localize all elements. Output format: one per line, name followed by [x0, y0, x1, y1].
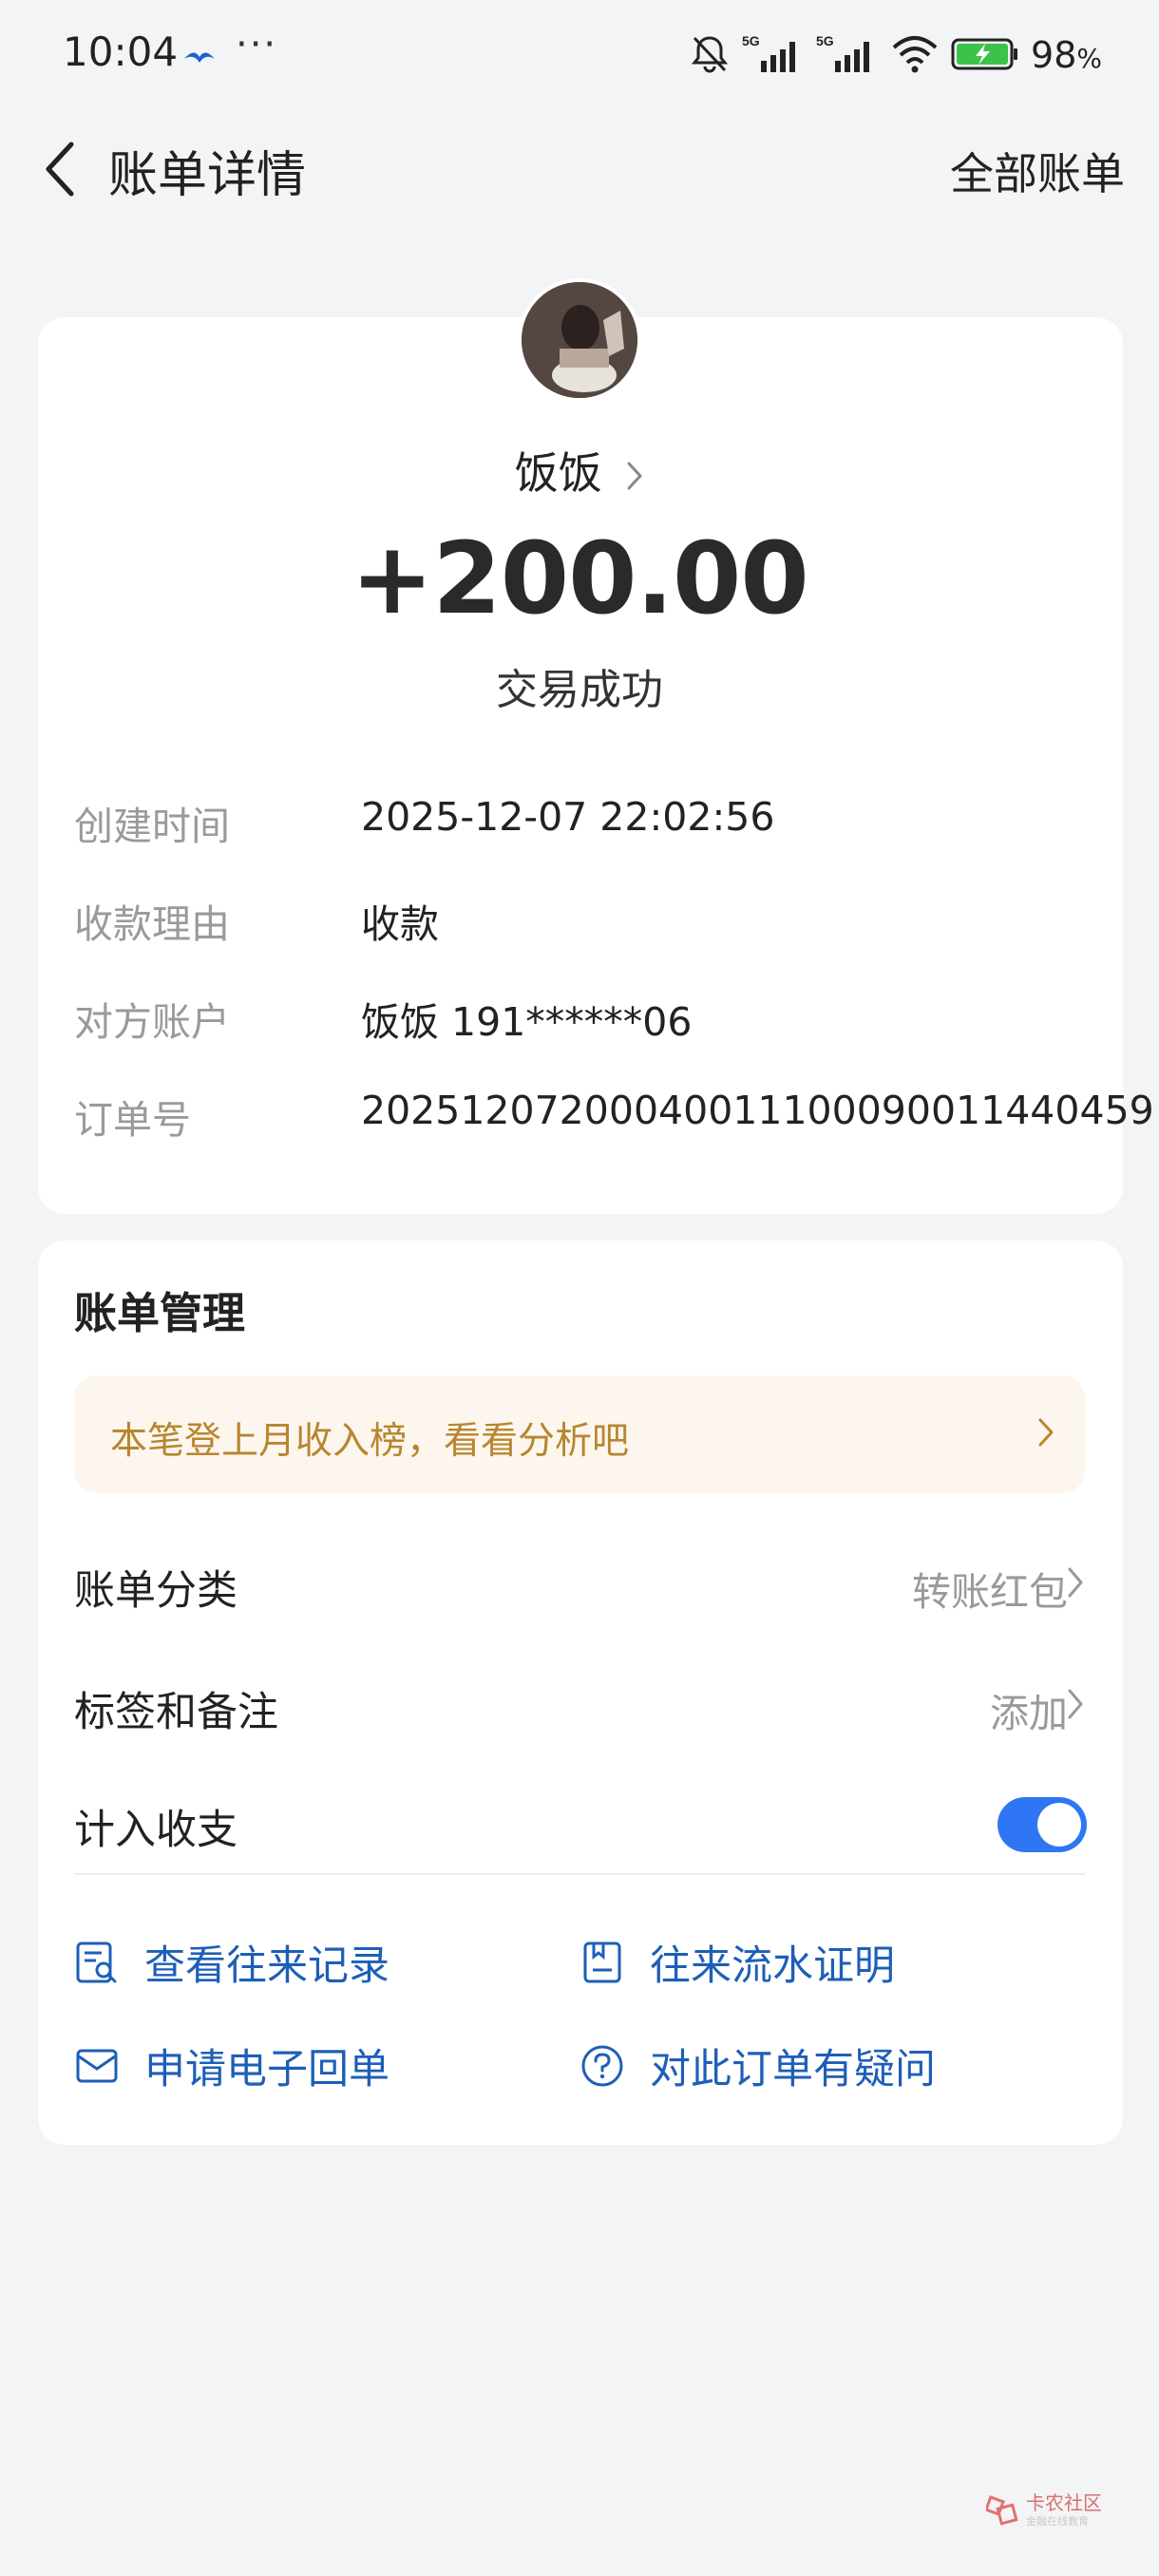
transaction-status: 交易成功 [496, 666, 663, 714]
detail-value-reason: 收款 [361, 901, 439, 947]
include-income-expense-toggle[interactable] [998, 1797, 1087, 1852]
action-label: 往来流水证明 [650, 1942, 895, 1990]
status-time: 10:04 [63, 28, 179, 75]
battery-charging-icon [951, 32, 1019, 78]
divider [74, 1873, 1085, 1875]
record-search-icon [74, 1940, 120, 1985]
payer-name: 饭饭 [514, 447, 602, 499]
payer-name-row[interactable]: 饭饭 [0, 439, 1159, 502]
action-label: 查看往来记录 [144, 1942, 390, 1990]
question-icon [580, 2043, 625, 2089]
tags-notes-value[interactable]: 添加 [990, 1681, 1068, 1738]
tags-notes-label: 标签和备注 [74, 1689, 278, 1736]
detail-value-order-number: 20251207200040011100090011440459 [361, 1088, 1154, 1133]
nav-header: 账单详情 全部账单 [0, 114, 1159, 223]
order-question-button[interactable]: 对此订单有疑问 [580, 2036, 936, 2095]
svg-text:5G: 5G [742, 33, 760, 48]
detail-label-counterparty: 对方账户 [74, 999, 230, 1045]
envelope-icon [74, 2043, 120, 2089]
detail-label-order-number: 订单号 [74, 1097, 191, 1143]
detail-value-counterparty: 饭饭 191******06 [361, 999, 693, 1045]
watermark: 卡农社区 金融在线教育 [986, 2492, 1102, 2529]
watermark-text: 卡农社区 [1026, 2491, 1102, 2514]
bill-category-value[interactable]: 转账红包 [912, 1560, 1068, 1617]
wifi-icon [890, 32, 940, 78]
income-rank-banner[interactable]: 本笔登上月收入榜，看看分析吧 [74, 1375, 1085, 1493]
action-label: 申请电子回单 [144, 2046, 390, 2093]
battery-percent: 98% [1031, 33, 1102, 76]
chevron-right-icon[interactable] [1066, 1687, 1085, 1725]
status-icons: 5G 5G 98% [689, 28, 1102, 81]
include-income-expense-label: 计入收支 [74, 1807, 238, 1854]
signal-icon: 5G [816, 32, 879, 78]
document-icon [580, 1940, 625, 1985]
chevron-right-icon[interactable] [1066, 1565, 1085, 1603]
watermark-logo-icon [986, 2495, 1018, 2526]
detail-label-reason: 收款理由 [74, 901, 230, 947]
all-bills-link[interactable]: 全部账单 [950, 140, 1125, 202]
chevron-left-icon [46, 142, 74, 196]
svg-text:5G: 5G [816, 33, 834, 48]
status-bar: 10:04 ··· 5G 5G 98% [0, 0, 1159, 109]
detail-label-created-time: 创建时间 [74, 804, 230, 849]
detail-value-created-time: 2025-12-07 22:02:56 [361, 794, 775, 840]
view-transaction-records-button[interactable]: 查看往来记录 [74, 1933, 390, 1992]
bill-category-label: 账单分类 [74, 1567, 238, 1615]
apply-e-receipt-button[interactable]: 申请电子回单 [74, 2036, 390, 2095]
banner-text: 本笔登上月收入榜，看看分析吧 [110, 1420, 630, 1463]
statement-proof-button[interactable]: 往来流水证明 [580, 1933, 895, 1992]
back-button[interactable] [27, 133, 93, 204]
watermark-subtext: 金融在线教育 [1026, 2515, 1089, 2528]
action-label: 对此订单有疑问 [650, 2046, 936, 2093]
avatar[interactable] [518, 278, 641, 402]
chevron-right-icon [1036, 1415, 1056, 1453]
app-notification-icon [180, 38, 218, 76]
more-notifications-icon: ··· [236, 23, 278, 66]
bell-muted-icon [689, 32, 731, 78]
signal-icon: 5G [742, 32, 805, 78]
chevron-right-icon [625, 451, 644, 502]
amount: +200.00 [351, 521, 808, 636]
section-title-bill-management: 账单管理 [74, 1288, 246, 1338]
page-title: 账单详情 [108, 147, 307, 204]
